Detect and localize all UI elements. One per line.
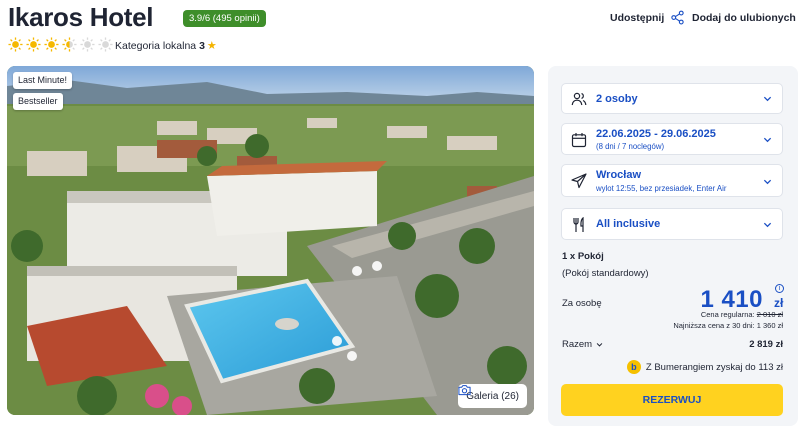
guests-value: 2 osoby: [596, 93, 638, 105]
total-price: 2 819 zł: [749, 339, 783, 350]
chevron-down-icon: [763, 96, 772, 102]
local-category: Kategoria lokalna 3 ★: [115, 39, 217, 52]
price-currency: zł: [774, 296, 784, 310]
share-label: Udostępnij: [610, 11, 665, 24]
last-minute-tag: Last Minute!: [13, 72, 73, 89]
per-person-label: Za osobę: [562, 298, 602, 309]
empty-sun-icon: [80, 37, 95, 52]
hotel-title: Ikaros Hotel: [8, 2, 154, 32]
dates-value: 22.06.2025 - 29.06.2025: [596, 128, 716, 140]
share-button[interactable]: Udostępnij: [610, 10, 685, 25]
gallery-button[interactable]: Galeria (26): [458, 384, 527, 408]
regular-price-label: Cena regularna:: [700, 310, 755, 319]
departure-city: Wrocław: [596, 169, 642, 181]
empty-sun-icon: [98, 37, 113, 52]
reserve-button[interactable]: REZERWUJ: [561, 384, 783, 416]
favorite-label: Dodaj do ulubionych: [692, 11, 796, 24]
guests-selector[interactable]: 2 osoby: [561, 83, 783, 114]
board-value: All inclusive: [596, 218, 661, 230]
hotel-aerial-image: [7, 66, 534, 415]
sun-rating: [8, 37, 113, 52]
lowest-price-30-days: Najniższa cena z 30 dni: 1 360 zł: [673, 321, 783, 330]
chevron-down-icon: [763, 222, 772, 228]
room-count: 1 x Pokój: [562, 251, 604, 262]
sun-icon: [8, 37, 23, 52]
regular-price-value: 2 010 zł: [756, 310, 783, 319]
half-sun-icon: [62, 37, 77, 52]
bumerang-promo: b Z Bumerangiem zyskaj do 113 zł: [626, 360, 783, 374]
plane-icon: [571, 173, 587, 189]
cutlery-icon: [573, 217, 584, 232]
favorite-button[interactable]: Dodaj do ulubionych: [692, 10, 800, 25]
bumerang-logo-icon: b: [626, 360, 641, 374]
regular-price: Cena regularna: 2 010 zł: [701, 310, 783, 319]
total-label: Razem: [562, 339, 593, 350]
dates-selector[interactable]: 22.06.2025 - 29.06.2025 (8 dni / 7 nocle…: [561, 123, 783, 155]
departure-selector[interactable]: Wrocław wylot 12:55, bez przesiadek, Ent…: [561, 164, 783, 197]
rating-badge[interactable]: 3.9/6 (495 opinii): [183, 10, 266, 27]
bestseller-tag: Bestseller: [13, 93, 63, 110]
camera-icon: [458, 385, 471, 396]
board-selector[interactable]: All inclusive: [561, 208, 783, 240]
total-toggle[interactable]: Razem: [562, 339, 603, 350]
bumerang-text: Z Bumerangiem zyskaj do 113 zł: [645, 361, 783, 373]
star-icon: ★: [206, 40, 217, 52]
dates-nights: (8 dni / 7 noclegów): [596, 142, 665, 151]
gallery-label: Galeria (26): [466, 390, 519, 402]
chevron-down-icon: [763, 137, 772, 143]
chevron-down-icon: [763, 179, 772, 185]
departure-details: wylot 12:55, bez przesiadek, Enter Air: [596, 184, 727, 193]
chevron-down-icon: [596, 343, 603, 347]
sun-icon: [26, 37, 41, 52]
share-icon: [671, 10, 684, 25]
booking-panel: 2 osoby 22.06.2025 - 29.06.2025 (8 dni /…: [548, 66, 798, 426]
people-icon: [571, 92, 587, 106]
category-label: Kategoria lokalna: [115, 40, 197, 52]
info-icon[interactable]: i: [775, 284, 784, 293]
hotel-photo[interactable]: Last Minute! Bestseller Galeria (26): [7, 66, 534, 415]
calendar-icon: [571, 133, 587, 148]
category-value: 3: [199, 40, 205, 52]
room-type: (Pokój standardowy): [562, 268, 649, 279]
sun-icon: [44, 37, 59, 52]
